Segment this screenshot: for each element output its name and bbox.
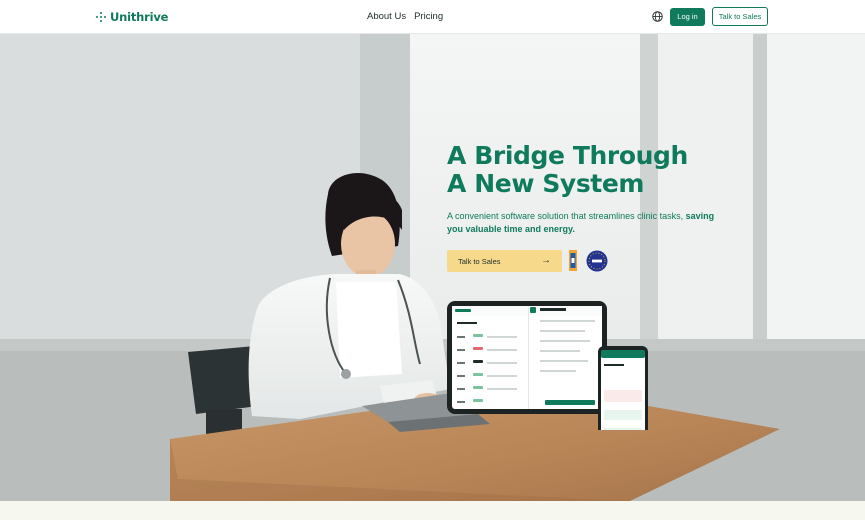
logo[interactable]: Unithrive [96,9,168,25]
nav-about-us[interactable]: About Us [367,10,406,24]
talk-to-sales-button[interactable]: Talk to Sales [712,7,768,26]
cta-label: Talk to Sales [458,256,501,266]
login-button[interactable]: Log in [670,8,705,26]
nav-pricing[interactable]: Pricing [414,10,443,24]
logo-text: Unithrive [110,10,169,24]
headline-line-1: A Bridge Through [447,141,688,170]
section-divider-strip [0,501,865,520]
main-nav: About Us Pricing [367,10,443,24]
hero-headline: A Bridge Through A New System [447,142,707,197]
certification-badge-icon [569,250,577,271]
gdpr-badge-icon [586,250,608,272]
headline-line-2: A New System [447,168,645,198]
logo-icon [96,12,107,23]
site-header: Unithrive About Us Pricing Log in Talk t… [0,0,865,34]
device-mockup [447,301,648,430]
hero-section: A Bridge Through A New System A convenie… [0,34,865,501]
hero-subtext-plain: A convenient software solution that stre… [447,211,686,221]
hero-subtext: A convenient software solution that stre… [447,210,732,236]
globe-icon[interactable] [652,11,663,22]
doctor-at-laptop-photo [0,34,865,501]
arrow-right-icon: → [541,255,551,266]
hero-talk-to-sales-button[interactable]: Talk to Sales → [447,250,562,272]
